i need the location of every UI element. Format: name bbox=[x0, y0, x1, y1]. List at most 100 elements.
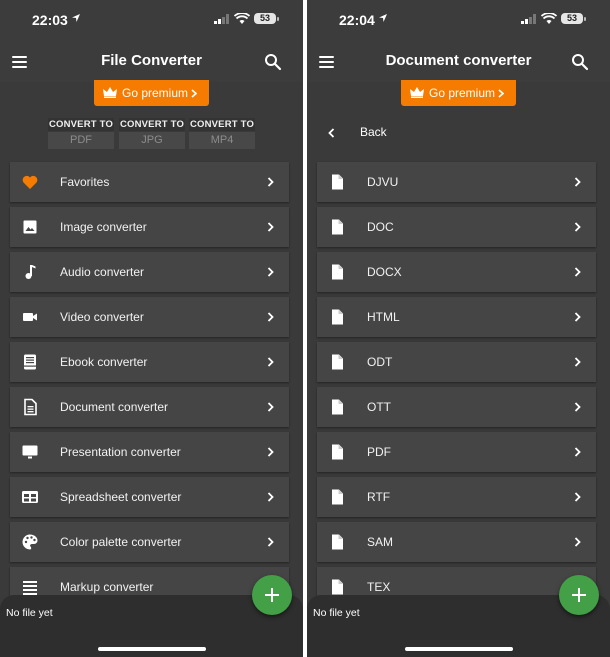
chevron-right-icon bbox=[574, 492, 581, 502]
convert-to-pdf[interactable]: CONVERT TO PDF bbox=[48, 118, 114, 149]
chevron-right-icon bbox=[267, 537, 274, 547]
convert-to-format: PDF bbox=[48, 132, 114, 149]
music-note-icon bbox=[25, 265, 36, 279]
format-item-djvu[interactable]: DJVU bbox=[317, 162, 596, 202]
go-premium-button[interactable]: Go premium bbox=[94, 80, 209, 106]
home-indicator bbox=[98, 647, 206, 651]
format-item-ott[interactable]: OTT bbox=[317, 387, 596, 427]
search-icon[interactable] bbox=[571, 53, 589, 71]
convert-to-jpg[interactable]: CONVERT TO JPG bbox=[119, 118, 185, 149]
file-converter-screen: 22:03 53 File Converter Go premium CONVE… bbox=[0, 0, 303, 657]
menu-item-label: Image converter bbox=[60, 220, 147, 234]
menu-item-label: Presentation converter bbox=[60, 445, 181, 459]
file-icon bbox=[332, 174, 343, 190]
status-bar: 22:03 53 bbox=[0, 0, 303, 40]
chevron-right-icon bbox=[267, 222, 274, 232]
chevron-right-icon bbox=[267, 402, 274, 412]
convert-to-format: JPG bbox=[119, 132, 185, 149]
chevron-right-icon bbox=[574, 222, 581, 232]
chevron-right-icon bbox=[574, 537, 581, 547]
status-time: 22:03 bbox=[32, 12, 68, 28]
search-icon[interactable] bbox=[264, 53, 282, 71]
file-icon bbox=[332, 489, 343, 505]
format-label: SAM bbox=[367, 535, 394, 549]
format-item-pdf[interactable]: PDF bbox=[317, 432, 596, 472]
format-label: ODT bbox=[367, 355, 393, 369]
app-bar: File Converter bbox=[0, 40, 303, 82]
page-title: File Converter bbox=[101, 52, 202, 69]
menu-item-label: Document converter bbox=[60, 400, 169, 414]
page-title: Document converter bbox=[385, 52, 532, 69]
go-premium-label: Go premium bbox=[122, 86, 189, 100]
chevron-right-icon bbox=[574, 357, 581, 367]
video-camera-icon bbox=[23, 313, 37, 321]
wifi-icon bbox=[541, 13, 557, 24]
file-icon bbox=[332, 399, 343, 415]
chevron-right-icon bbox=[267, 312, 274, 322]
chevron-right-icon bbox=[574, 402, 581, 412]
chevron-right-icon bbox=[267, 357, 274, 367]
menu-item-label: Color palette converter bbox=[60, 535, 182, 549]
menu-item-label: Video converter bbox=[60, 310, 144, 324]
menu-item-document-converter[interactable]: Document converter bbox=[10, 387, 289, 427]
back-button[interactable]: Back bbox=[307, 118, 610, 148]
file-icon bbox=[332, 444, 343, 460]
format-item-rtf[interactable]: RTF bbox=[317, 477, 596, 517]
menu-item-label: Ebook converter bbox=[60, 355, 148, 369]
plus-icon bbox=[572, 588, 586, 602]
document-icon bbox=[24, 398, 37, 416]
format-item-odt[interactable]: ODT bbox=[317, 342, 596, 382]
convert-to-label: CONVERT TO bbox=[189, 118, 255, 131]
menu-item-presentation-converter[interactable]: Presentation converter bbox=[10, 432, 289, 472]
add-file-button[interactable] bbox=[559, 575, 599, 615]
file-icon bbox=[332, 264, 343, 280]
chevron-left-icon bbox=[328, 128, 335, 138]
chevron-right-icon bbox=[574, 312, 581, 322]
back-label: Back bbox=[360, 125, 387, 139]
chevron-right-icon bbox=[498, 89, 504, 98]
cellular-signal-icon bbox=[214, 14, 229, 24]
file-icon bbox=[332, 219, 343, 235]
menu-item-image-converter[interactable]: Image converter bbox=[10, 207, 289, 247]
chevron-right-icon bbox=[267, 267, 274, 277]
image-icon bbox=[23, 220, 37, 234]
format-label: DOC bbox=[367, 220, 394, 234]
chevron-right-icon bbox=[574, 447, 581, 457]
battery-tip bbox=[277, 17, 279, 21]
go-premium-label: Go premium bbox=[429, 86, 496, 100]
document-converter-screen: 22:04 53 Document converter Go premium B… bbox=[307, 0, 610, 657]
format-label: HTML bbox=[367, 310, 400, 324]
file-icon bbox=[332, 534, 343, 550]
format-item-doc[interactable]: DOC bbox=[317, 207, 596, 247]
menu-item-label: Markup converter bbox=[60, 580, 154, 594]
menu-item-audio-converter[interactable]: Audio converter bbox=[10, 252, 289, 292]
menu-item-label: Spreadsheet converter bbox=[60, 490, 182, 504]
menu-item-video-converter[interactable]: Video converter bbox=[10, 297, 289, 337]
menu-item-favorites[interactable]: Favorites bbox=[10, 162, 289, 202]
crown-icon bbox=[103, 87, 117, 98]
file-status: No file yet bbox=[313, 607, 360, 619]
chevron-right-icon bbox=[574, 177, 581, 187]
chevron-right-icon bbox=[267, 177, 274, 187]
convert-to-mp4[interactable]: CONVERT TO MP4 bbox=[189, 118, 255, 149]
battery-tip bbox=[584, 17, 586, 21]
status-time: 22:04 bbox=[339, 12, 375, 28]
format-label: DJVU bbox=[367, 175, 399, 189]
format-label: DOCX bbox=[367, 265, 402, 279]
convert-to-label: CONVERT TO bbox=[48, 118, 114, 131]
format-item-sam[interactable]: SAM bbox=[317, 522, 596, 562]
app-bar: Document converter bbox=[307, 40, 610, 82]
crown-icon bbox=[410, 87, 424, 98]
chevron-right-icon bbox=[267, 492, 274, 502]
menu-item-spreadsheet-converter[interactable]: Spreadsheet converter bbox=[10, 477, 289, 517]
go-premium-button[interactable]: Go premium bbox=[401, 80, 516, 106]
add-file-button[interactable] bbox=[252, 575, 292, 615]
format-item-docx[interactable]: DOCX bbox=[317, 252, 596, 292]
menu-item-color-palette-converter[interactable]: Color palette converter bbox=[10, 522, 289, 562]
home-indicator bbox=[405, 647, 513, 651]
book-icon bbox=[24, 354, 36, 370]
format-item-html[interactable]: HTML bbox=[317, 297, 596, 337]
heart-icon bbox=[22, 175, 38, 189]
menu-item-ebook-converter[interactable]: Ebook converter bbox=[10, 342, 289, 382]
file-icon bbox=[332, 579, 343, 595]
